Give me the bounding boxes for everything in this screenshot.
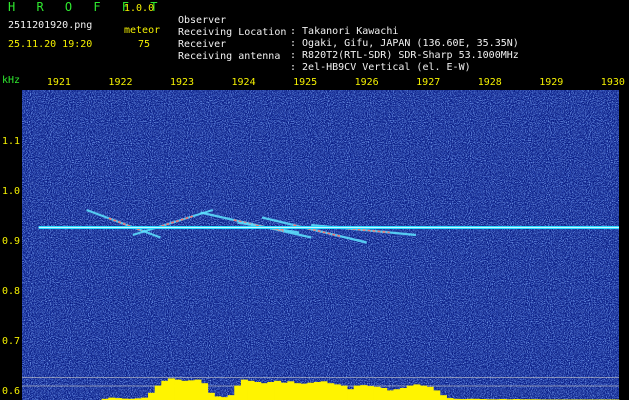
level-bar [300,383,308,400]
level-bar [194,379,202,400]
level-bar [201,383,209,400]
y-tick-label: 0.6 [2,386,20,397]
header-panel: H R O F F T 1.0.0 2511201920.png 25.11.2… [0,0,629,73]
y-tick-label: 1.1 [2,136,20,147]
level-bar [280,382,288,400]
spectrogram-noise-secondary [22,90,619,400]
level-bar [227,395,235,400]
level-bar [400,388,408,400]
level-bar [274,380,282,400]
level-bar [360,385,368,400]
capture-datetime: 25.11.20 19:20 [8,39,93,50]
meteor-count: 75 [138,39,151,50]
level-bar [187,380,195,400]
level-bar [327,383,335,400]
station-info: Observer : Takanori Kawachi Receiving Lo… [178,4,519,73]
x-tick-label: 1930 [601,77,625,88]
level-bar [406,385,414,400]
x-tick-label: 1924 [232,77,256,88]
level-bar [393,389,401,400]
plot-area [22,90,620,400]
y-tick-label: 0.8 [2,286,20,297]
info-value: : R820T2(RTL-SDR) SDR-Sharp 53.1000MHz [290,50,519,61]
level-bar [373,386,381,400]
x-tick-label: 1927 [416,77,440,88]
x-tick-label: 1928 [478,77,502,88]
x-tick-label: 1923 [170,77,194,88]
meteor-label: meteor [124,25,161,36]
app-version: 1.0.0 [124,3,155,14]
level-bar [214,396,222,400]
info-value: : Takanori Kawachi [290,26,399,37]
level-bar [254,382,262,400]
level-bar [433,390,441,400]
level-bar [340,385,348,400]
level-bar [181,380,189,400]
x-tick-label: 1929 [539,77,563,88]
level-bar [426,386,434,400]
level-bar [234,385,242,400]
level-bar [293,383,301,400]
file-name: 2511201920.png [8,20,93,31]
level-bar [386,390,394,400]
y-tick-label: 0.7 [2,336,20,347]
level-bar [380,388,388,400]
level-bar [307,382,315,400]
level-bar [267,382,275,400]
info-value: : Ogaki, Gifu, JAPAN (136.60E, 35.35N) [290,38,519,49]
spectrogram-chart: 1.1 1.0 0.9 0.8 0.7 0.6 1921 1922 1923 1924 1925 1… [2,75,625,400]
level-bar [154,385,162,400]
level-bar [240,379,248,400]
level-bar [247,380,255,400]
level-bar [161,380,169,400]
level-bar [174,379,182,400]
level-bar [320,381,328,400]
level-bar [260,383,268,400]
y-tick-label: 1.0 [2,186,20,197]
level-bar [207,392,215,400]
level-bar [347,389,355,400]
info-label: Receiving antenna [178,51,281,62]
level-bar [353,385,361,400]
x-tick-label: 1921 [47,77,71,88]
level-bar [148,392,156,400]
level-bar [366,386,374,400]
level-bar [333,384,341,400]
x-tick-label: 1926 [355,77,379,88]
level-bar [167,378,175,400]
y-axis-label: kHz [2,75,20,86]
x-tick-label: 1925 [293,77,317,88]
level-bar [420,385,428,400]
level-bar [413,384,421,400]
level-bar [439,395,447,400]
x-tick-label: 1922 [108,77,132,88]
y-tick-label: 0.9 [2,236,20,247]
level-bar [287,381,295,400]
level-bar [313,382,321,400]
